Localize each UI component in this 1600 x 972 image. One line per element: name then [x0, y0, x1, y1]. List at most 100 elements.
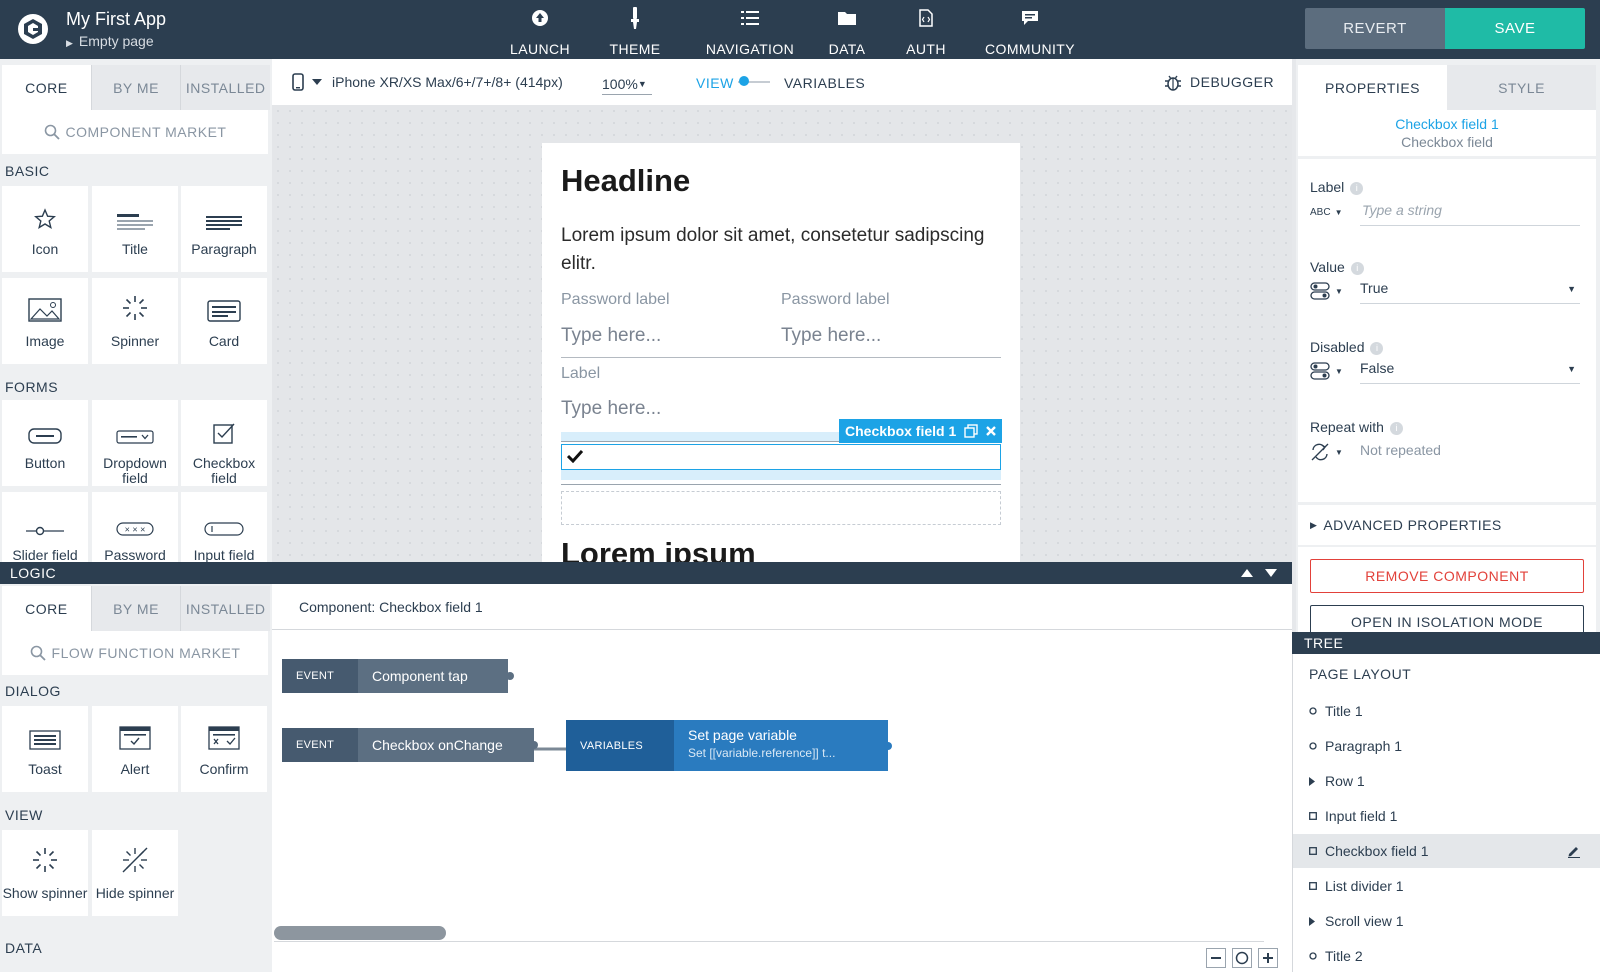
selected-component-name[interactable]: Checkbox field 1: [1298, 116, 1596, 132]
component-paragraph[interactable]: Paragraph: [181, 186, 267, 272]
zoom-reset-button[interactable]: [1232, 948, 1252, 968]
component-slider-field[interactable]: Slider field: [2, 492, 88, 562]
tab-by-me[interactable]: BY ME: [90, 65, 181, 110]
slider-icon: [2, 492, 88, 536]
component-market-search[interactable]: COMPONENT MARKET: [2, 110, 268, 154]
zoom-out-button[interactable]: [1206, 948, 1226, 968]
repeat-binding-selector[interactable]: ▼: [1310, 443, 1343, 461]
preview-headline[interactable]: Headline: [561, 163, 690, 199]
component-image[interactable]: Image: [2, 278, 88, 364]
flow-node-event-checkbox-onchange[interactable]: EVENT Checkbox onChange: [282, 728, 534, 762]
tree-item-list-divider-1[interactable]: List divider 1: [1293, 869, 1600, 903]
view-variables-toggle[interactable]: [736, 75, 772, 89]
app-title[interactable]: My First App: [66, 9, 166, 30]
device-selector[interactable]: iPhone XR/XS Max/6+/7+/8+ (414px): [332, 74, 563, 90]
nav-theme[interactable]: THEME: [603, 6, 667, 57]
zoom-select[interactable]: 100%▼: [602, 76, 652, 95]
logic-header: Component: Checkbox field 1: [272, 584, 1292, 630]
tree-header[interactable]: TREE: [1292, 632, 1600, 654]
node-output-port[interactable]: [530, 741, 538, 749]
tab-core[interactable]: CORE: [2, 65, 91, 110]
nav-auth[interactable]: AUTH: [900, 6, 952, 57]
logic-tab-installed[interactable]: INSTALLED: [180, 586, 271, 631]
horizontal-scrollbar[interactable]: [274, 922, 1264, 942]
selected-component-tag[interactable]: Checkbox field 1: [839, 419, 1003, 443]
scrollbar-thumb[interactable]: [274, 926, 446, 940]
app-logo-icon[interactable]: [16, 12, 50, 46]
info-icon[interactable]: i: [1370, 342, 1384, 355]
disabled-select[interactable]: False ▼: [1360, 360, 1580, 384]
tab-properties[interactable]: PROPERTIES: [1298, 65, 1447, 110]
page-selector[interactable]: ▶ Empty page: [66, 33, 154, 49]
preview-password-input-2[interactable]: Type here...: [781, 325, 881, 347]
info-icon[interactable]: i: [1389, 422, 1403, 435]
nav-community[interactable]: COMMUNITY: [980, 6, 1080, 57]
delete-x-icon[interactable]: [986, 426, 997, 436]
caret-right-icon[interactable]: [1309, 916, 1325, 926]
variables-mode-label[interactable]: VARIABLES: [784, 75, 865, 91]
preview-checkbox-selected[interactable]: [561, 444, 1001, 470]
device-phone-icon[interactable]: [292, 73, 304, 91]
value-binding-selector[interactable]: ▼: [1310, 281, 1343, 301]
function-hide-spinner[interactable]: Hide spinner: [92, 830, 178, 916]
component-icon[interactable]: Icon: [2, 186, 88, 272]
remove-component-button[interactable]: REMOVE COMPONENT: [1310, 559, 1584, 593]
component-spinner[interactable]: Spinner: [92, 278, 178, 364]
tree-item-input-field-1[interactable]: Input field 1: [1293, 799, 1600, 833]
duplicate-icon[interactable]: [964, 424, 978, 438]
flow-function-search[interactable]: FLOW FUNCTION MARKET: [2, 631, 268, 675]
logic-tab-core[interactable]: CORE: [2, 586, 91, 631]
node-output-port[interactable]: [506, 672, 514, 680]
component-card[interactable]: Card: [181, 278, 267, 364]
function-confirm[interactable]: Confirm: [181, 706, 267, 792]
value-select[interactable]: True ▼: [1360, 280, 1580, 304]
node-output-port[interactable]: [884, 742, 892, 750]
tree-item-scroll-view-1[interactable]: Scroll view 1: [1293, 904, 1600, 938]
nav-launch[interactable]: LAUNCH: [505, 6, 575, 57]
component-checkbox-field[interactable]: Checkbox field: [181, 400, 267, 486]
component-dropdown-field[interactable]: Dropdown field: [92, 400, 178, 486]
tree-item-title-1[interactable]: Title 1: [1293, 694, 1600, 728]
preview-paragraph[interactable]: Lorem ipsum dolor sit amet, consetetur s…: [561, 222, 1001, 278]
advanced-properties-toggle[interactable]: ▶ ADVANCED PROPERTIES: [1298, 505, 1596, 545]
function-show-spinner[interactable]: Show spinner: [2, 830, 88, 916]
text-type-selector[interactable]: ABC ▼: [1310, 207, 1342, 218]
tree-item-paragraph-1[interactable]: Paragraph 1: [1293, 729, 1600, 763]
tree-item-title-2[interactable]: Title 2: [1293, 939, 1600, 972]
component-title[interactable]: Title: [92, 186, 178, 272]
tree-item-checkbox-field-1[interactable]: Checkbox field 1: [1293, 834, 1600, 868]
function-alert[interactable]: Alert: [92, 706, 178, 792]
component-input-field[interactable]: Input field: [181, 492, 267, 562]
save-button[interactable]: SAVE: [1445, 8, 1585, 49]
component-password[interactable]: × × × Password: [92, 492, 178, 562]
tab-installed[interactable]: INSTALLED: [180, 65, 271, 110]
logic-canvas[interactable]: Component: Checkbox field 1 EVENT Compon…: [272, 584, 1292, 972]
preview-scroll-view[interactable]: [561, 491, 1001, 525]
collapse-down-icon[interactable]: [1265, 569, 1277, 577]
logic-tab-by-me[interactable]: BY ME: [90, 586, 181, 631]
info-icon[interactable]: i: [1350, 182, 1364, 195]
label-input[interactable]: Type a string: [1360, 202, 1580, 226]
logic-bar[interactable]: LOGIC: [0, 562, 1292, 584]
flow-node-set-page-variable[interactable]: VARIABLES Set page variable Set [[variab…: [566, 720, 888, 771]
revert-button[interactable]: REVERT: [1305, 8, 1445, 49]
tab-style[interactable]: STYLE: [1447, 65, 1596, 110]
disabled-binding-selector[interactable]: ▼: [1310, 361, 1343, 381]
view-mode-label[interactable]: VIEW: [696, 75, 734, 91]
component-button[interactable]: Button: [2, 400, 88, 486]
nav-data[interactable]: DATA: [822, 6, 872, 57]
preview-title-2[interactable]: Lorem ipsum: [561, 536, 756, 562]
edit-pencil-icon[interactable]: [1567, 844, 1581, 858]
debugger-button[interactable]: DEBUGGER: [1164, 73, 1274, 91]
preview-password-input-1[interactable]: Type here...: [561, 325, 661, 347]
zoom-in-button[interactable]: [1258, 948, 1278, 968]
nav-navigation[interactable]: NAVIGATION: [695, 6, 805, 57]
caret-right-icon[interactable]: [1309, 776, 1325, 786]
tree-item-row-1[interactable]: Row 1: [1293, 764, 1600, 798]
info-icon[interactable]: i: [1350, 262, 1364, 275]
preview-input[interactable]: Type here...: [561, 398, 661, 420]
flow-node-event-component-tap[interactable]: EVENT Component tap: [282, 659, 508, 693]
device-dropdown-caret-icon[interactable]: [312, 79, 322, 85]
function-toast[interactable]: Toast: [2, 706, 88, 792]
expand-up-icon[interactable]: [1241, 569, 1253, 577]
